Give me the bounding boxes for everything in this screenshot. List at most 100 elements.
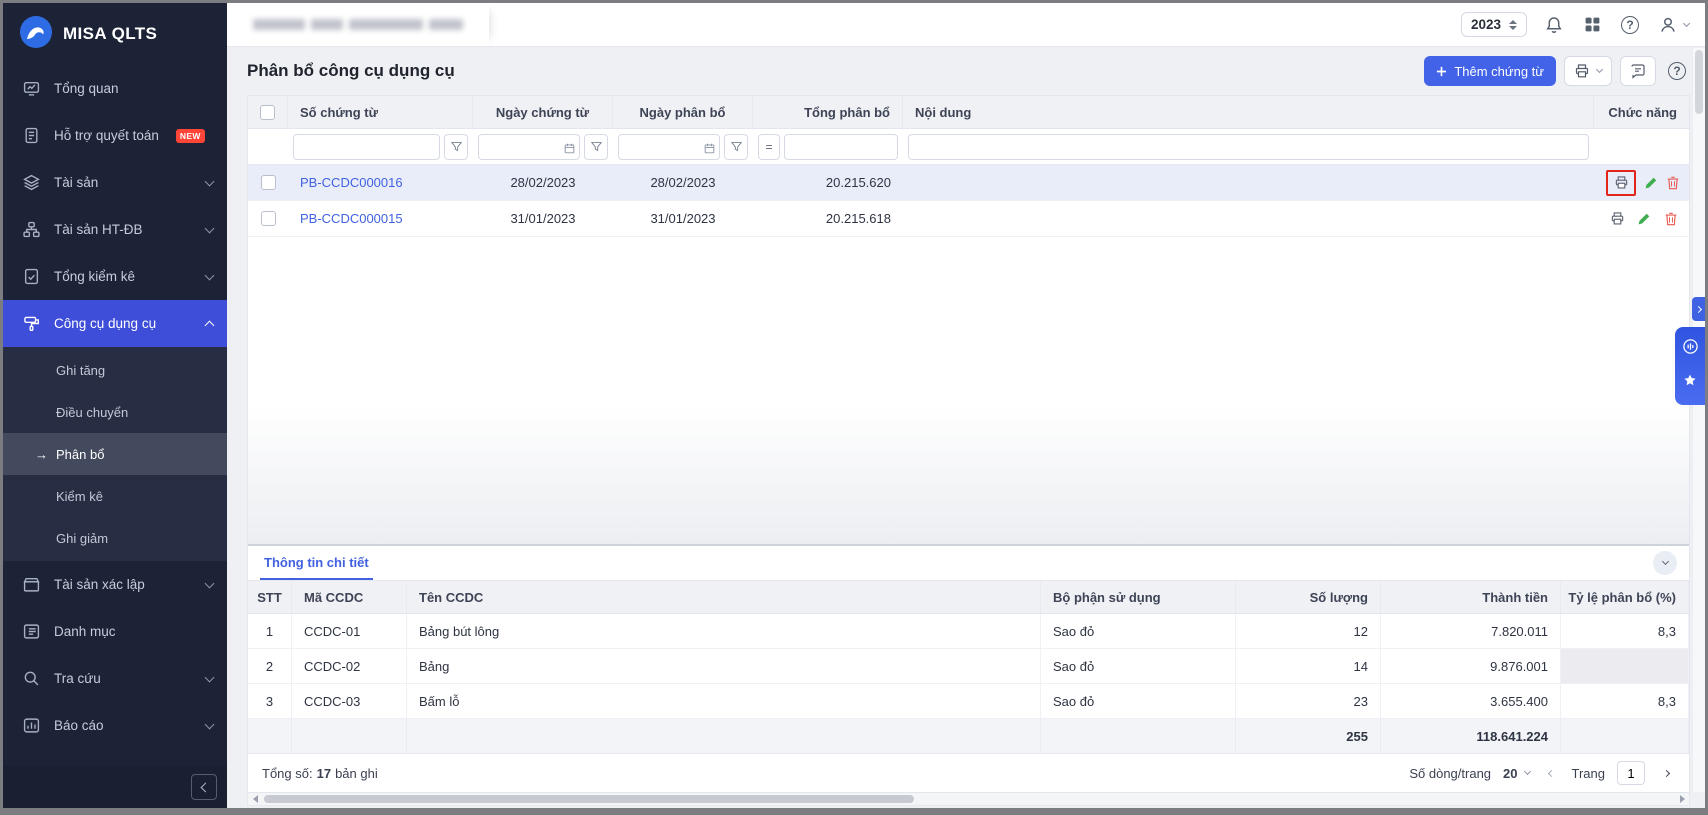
expand-panel-button[interactable]	[1692, 297, 1705, 321]
add-voucher-button[interactable]: Thêm chứng từ	[1424, 56, 1556, 86]
table-row[interactable]: PB-CCDC000016 28/02/2023 28/02/2023 20.2…	[248, 165, 1689, 201]
voucher-link[interactable]: PB-CCDC000016	[300, 175, 403, 190]
select-all-checkbox[interactable]	[260, 105, 275, 120]
sidebar-item-tra-cuu[interactable]: Tra cứu	[3, 655, 227, 702]
content: Phân bổ công cụ dụng cụ Thêm chứng từ ?	[227, 47, 1705, 808]
filter-tong-phan-bo-input[interactable]	[784, 134, 898, 160]
vertical-scrollbar[interactable]	[1692, 48, 1705, 792]
rows-per-page-select[interactable]: 20	[1503, 766, 1529, 781]
col-so-luong[interactable]: Số lượng	[1236, 581, 1381, 613]
rating-icon[interactable]	[1682, 373, 1698, 394]
collapse-sidebar-button[interactable]	[191, 774, 217, 800]
next-page-button[interactable]	[1657, 764, 1675, 782]
col-ngay-chung-tu[interactable]: Ngày chứng từ	[473, 96, 613, 128]
scrollbar-track[interactable]	[262, 793, 1675, 805]
sidebar-item-bao-cao[interactable]: Báo cáo	[3, 702, 227, 749]
col-bo-phan-su-dung[interactable]: Bộ phận sử dụng	[1041, 581, 1236, 613]
row-actions	[1594, 201, 1689, 236]
filter-ngay-phan-bo-input[interactable]	[618, 134, 720, 160]
org-name-tab[interactable]	[227, 3, 489, 46]
sidebar-item-tai-san[interactable]: Tài sản	[3, 159, 227, 206]
tong-phan-bo-value: 20.215.618	[753, 201, 903, 236]
sidebar-item-tai-san-xac-lap[interactable]: Tài sản xác lập	[3, 561, 227, 608]
sidebar-item-ho-tro-quyet-toan[interactable]: Hỗ trợ quyết toán NEW	[3, 112, 227, 159]
help-button[interactable]: ?	[1619, 14, 1641, 36]
print-menu-button[interactable]	[1564, 56, 1612, 86]
noi-dung-value	[903, 165, 1594, 200]
row-checkbox[interactable]	[261, 175, 276, 190]
delete-icon	[1666, 176, 1680, 190]
col-ngay-phan-bo[interactable]: Ngày phân bổ	[613, 96, 753, 128]
total-thanh-tien: 118.641.224	[1381, 719, 1561, 753]
edit-row-button[interactable]	[1634, 209, 1654, 229]
ngay-chung-tu-value: 31/01/2023	[473, 201, 613, 236]
assets-icon	[21, 174, 41, 191]
submenu-item-phan-bo[interactable]: → Phân bổ	[3, 433, 227, 475]
detail-row[interactable]: 3 CCDC-03 Bấm lỗ Sao đỏ 23 3.655.400 8,3	[248, 684, 1689, 719]
scrollbar-thumb[interactable]	[264, 795, 914, 803]
prev-page-button[interactable]	[1542, 764, 1560, 782]
scroll-left-button[interactable]	[248, 795, 262, 803]
submenu-item-kiem-ke[interactable]: Kiểm kê	[3, 475, 227, 517]
col-tong-phan-bo[interactable]: Tổng phân bổ	[753, 96, 903, 128]
user-menu[interactable]	[1657, 14, 1689, 36]
col-noi-dung[interactable]: Nội dung	[903, 96, 1594, 128]
scrollbar-thumb[interactable]	[1695, 50, 1703, 114]
print-row-button[interactable]	[1607, 209, 1627, 229]
feedback-button[interactable]	[1620, 56, 1656, 86]
submenu-item-dieu-chuyen[interactable]: Điều chuyển	[3, 391, 227, 433]
tools-icon	[21, 315, 41, 332]
submenu-item-ghi-tang[interactable]: Ghi tăng	[3, 349, 227, 391]
chevron-down-icon	[205, 223, 215, 233]
voucher-link[interactable]: PB-CCDC000015	[300, 211, 403, 226]
spinner-up-icon[interactable]	[1509, 20, 1517, 24]
horizontal-scrollbar[interactable]	[247, 793, 1690, 806]
delete-row-button[interactable]	[1661, 209, 1681, 229]
detail-row[interactable]: 2 CCDC-02 Bảng Sao đỏ 14 9.876.001	[248, 649, 1689, 684]
equals-operator-button[interactable]: =	[758, 134, 780, 160]
sidebar-item-cong-cu-dung-cu[interactable]: Công cụ dụng cụ	[3, 300, 227, 347]
assistant-widget[interactable]	[1675, 327, 1705, 405]
col-ten-ccdc[interactable]: Tên CCDC	[407, 581, 1041, 613]
filter-funnel-button[interactable]	[444, 134, 468, 160]
filter-so-chung-tu-input[interactable]	[293, 134, 440, 160]
page-actions: Thêm chứng từ ?	[1424, 56, 1690, 86]
table-row[interactable]: PB-CCDC000015 31/01/2023 31/01/2023 20.2…	[248, 201, 1689, 237]
filter-noi-dung-input[interactable]	[908, 134, 1589, 160]
col-so-chung-tu[interactable]: Số chứng từ	[288, 96, 473, 128]
tab-thong-tin-chi-tiet[interactable]: Thông tin chi tiết	[260, 546, 373, 580]
year-spinner[interactable]	[1509, 20, 1517, 30]
col-ty-le-phan-bo[interactable]: Tỷ lệ phân bổ (%)	[1561, 581, 1689, 613]
page-help-button[interactable]: ?	[1664, 58, 1690, 84]
sidebar-item-danh-muc[interactable]: Danh mục	[3, 608, 227, 655]
edit-row-button[interactable]	[1643, 173, 1659, 193]
categories-icon	[21, 623, 41, 640]
funnel-icon	[591, 141, 602, 152]
page-number-input[interactable]	[1617, 761, 1645, 785]
detail-row[interactable]: 1 CCDC-01 Bảng bút lông Sao đỏ 12 7.820.…	[248, 614, 1689, 649]
scroll-right-button[interactable]	[1675, 795, 1689, 803]
notifications-button[interactable]	[1543, 14, 1565, 36]
apps-grid-button[interactable]	[1581, 14, 1603, 36]
submenu-item-ghi-giam[interactable]: Ghi giảm	[3, 517, 227, 559]
sidebar-item-tong-kiem-ke[interactable]: Tổng kiểm kê	[3, 253, 227, 300]
sidebar-item-tong-quan[interactable]: Tổng quan	[3, 65, 227, 112]
tools-submenu: Ghi tăng Điều chuyển → Phân bổ Kiểm kê G…	[3, 347, 227, 561]
spinner-down-icon[interactable]	[1509, 26, 1517, 30]
collapse-detail-button[interactable]	[1653, 551, 1677, 575]
print-row-button[interactable]	[1611, 173, 1631, 193]
chevron-left-icon	[200, 782, 210, 792]
fiscal-year-selector[interactable]: 2023	[1461, 12, 1527, 37]
col-ma-ccdc[interactable]: Mã CCDC	[292, 581, 407, 613]
col-thanh-tien[interactable]: Thành tiền	[1381, 581, 1561, 613]
row-checkbox[interactable]	[261, 211, 276, 226]
edit-icon	[1644, 176, 1658, 190]
chevron-left-icon	[1548, 769, 1555, 776]
filter-funnel-button[interactable]	[584, 134, 608, 160]
printer-icon	[1610, 211, 1625, 226]
sidebar-item-tai-san-ht-db[interactable]: Tài sản HT-ĐB	[3, 206, 227, 253]
assistant-icon[interactable]	[1682, 338, 1699, 360]
delete-row-button[interactable]	[1666, 173, 1682, 193]
filter-ngay-chung-tu-input[interactable]	[478, 134, 580, 160]
filter-funnel-button[interactable]	[724, 134, 748, 160]
